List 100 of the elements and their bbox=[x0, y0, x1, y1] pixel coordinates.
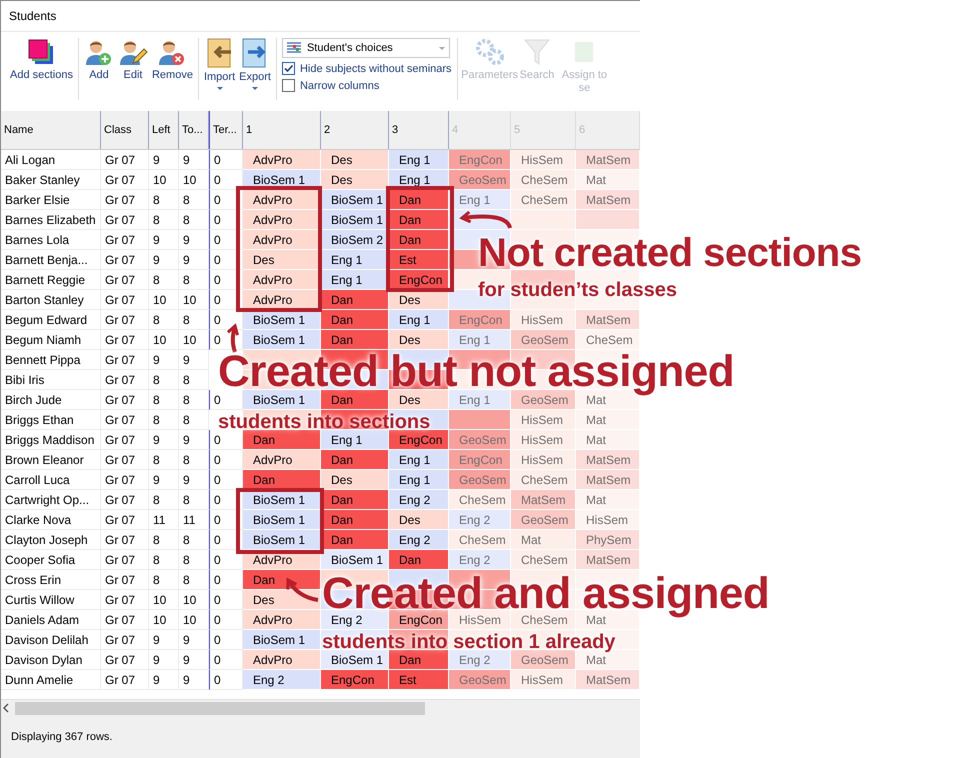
checkbox[interactable]: Hide subjects without seminars bbox=[282, 62, 452, 75]
column-header[interactable]: Left bbox=[149, 111, 179, 149]
table-cell: Bennett Pippa bbox=[1, 350, 101, 370]
subject-cell: Mat bbox=[576, 410, 640, 430]
table-cell: Curtis Willow bbox=[1, 590, 101, 610]
subject-cell: Des bbox=[321, 170, 389, 190]
table-cell: 0 bbox=[209, 650, 243, 670]
subject-cell: Des bbox=[389, 290, 449, 310]
subject-cell: Mat bbox=[511, 530, 576, 550]
subject-cell: HisSem bbox=[511, 430, 576, 450]
table-cell: 10 bbox=[149, 610, 179, 630]
table-cell: 8 bbox=[149, 310, 179, 330]
table-cell: Briggs Maddison bbox=[1, 430, 101, 450]
toolbar-button[interactable]: Import bbox=[202, 38, 238, 90]
table-cell: 9 bbox=[179, 470, 209, 490]
subject-cell: BioSem 1 bbox=[243, 390, 321, 410]
column-header[interactable]: Class bbox=[101, 111, 149, 149]
table-cell: Gr 07 bbox=[101, 590, 149, 610]
subject-cell: Dan bbox=[321, 330, 389, 350]
column-header[interactable]: Ter... bbox=[209, 111, 243, 149]
table-cell: 8 bbox=[149, 270, 179, 290]
subject-cell: Eng 1 bbox=[389, 310, 449, 330]
subject-cell: BioSem 1 bbox=[243, 530, 321, 550]
stacked-squares-icon bbox=[27, 38, 56, 66]
table-cell: 9 bbox=[149, 470, 179, 490]
gears-icon bbox=[474, 38, 505, 66]
subject-cell: Dan bbox=[389, 230, 449, 250]
subject-cell: Dan bbox=[389, 190, 449, 210]
table-cell: Gr 07 bbox=[101, 230, 149, 250]
horizontal-scrollbar[interactable] bbox=[1, 699, 640, 716]
column-header[interactable]: 1 bbox=[243, 111, 321, 149]
subject-cell: Eng 1 bbox=[449, 190, 511, 210]
subject-cell: HisSem bbox=[511, 310, 576, 330]
toolbar-button[interactable]: Add sections bbox=[8, 38, 75, 82]
subject-cell: HisSem bbox=[511, 450, 576, 470]
subject-cell: MatSem bbox=[576, 550, 640, 570]
table-cell: 8 bbox=[179, 310, 209, 330]
table-cell: Bibi Iris bbox=[1, 370, 101, 390]
subject-cell: Eng 1 bbox=[321, 270, 389, 290]
checkbox[interactable]: Narrow columns bbox=[282, 79, 452, 92]
subject-cell: HisSem bbox=[511, 410, 576, 430]
table-cell: 8 bbox=[179, 410, 209, 430]
subject-cell: Eng 2 bbox=[389, 530, 449, 550]
column-header[interactable]: 2 bbox=[321, 111, 389, 149]
table-cell: Baker Stanley bbox=[1, 170, 101, 190]
toolbar-button[interactable]: Edit bbox=[116, 38, 150, 82]
subject-cell: HisSem bbox=[576, 510, 640, 530]
table-cell: Cross Erin bbox=[1, 570, 101, 590]
subject-cell: Eng 1 bbox=[389, 450, 449, 470]
view-dropdown[interactable]: Student's choices bbox=[282, 38, 450, 58]
chevron-left-icon[interactable] bbox=[1, 703, 11, 713]
table-cell: 8 bbox=[149, 570, 179, 590]
column-header[interactable]: To... bbox=[179, 111, 209, 149]
subject-cell: EngCon bbox=[321, 670, 389, 690]
subject-cell: AdvPro bbox=[243, 210, 321, 230]
table-cell: 9 bbox=[179, 670, 209, 690]
subject-cell: Dan bbox=[243, 470, 321, 490]
table-cell: 9 bbox=[149, 670, 179, 690]
subject-cell: MatSem bbox=[576, 470, 640, 490]
table-cell: Gr 07 bbox=[101, 270, 149, 290]
subject-cell: Des bbox=[389, 510, 449, 530]
table-cell: 8 bbox=[179, 570, 209, 590]
table-cell: 8 bbox=[179, 390, 209, 410]
subject-cell: AdvPro bbox=[243, 650, 321, 670]
subject-cell: GeoSem bbox=[511, 510, 576, 530]
table-cell: Gr 07 bbox=[101, 310, 149, 330]
table-cell: 0 bbox=[209, 570, 243, 590]
table-cell: 9 bbox=[179, 230, 209, 250]
table-cell: Gr 07 bbox=[101, 530, 149, 550]
table-cell: Gr 07 bbox=[101, 630, 149, 650]
subject-cell: Dan bbox=[321, 510, 389, 530]
subject-cell: GeoSem bbox=[511, 330, 576, 350]
subject-cell: CheSem bbox=[511, 170, 576, 190]
subject-cell: Des bbox=[321, 470, 389, 490]
toolbar-button[interactable]: Add bbox=[82, 38, 116, 82]
column-header[interactable]: Name bbox=[1, 111, 101, 149]
toolbar-button[interactable]: Remove bbox=[150, 38, 195, 82]
table-cell: 8 bbox=[179, 490, 209, 510]
table-cell: Barnett Reggie bbox=[1, 270, 101, 290]
table-cell: Briggs Ethan bbox=[1, 410, 101, 430]
table-cell: 10 bbox=[179, 610, 209, 630]
subject-cell: MatSem bbox=[576, 190, 640, 210]
table-cell: 8 bbox=[179, 190, 209, 210]
table-cell: 0 bbox=[209, 390, 243, 410]
table-cell: 8 bbox=[179, 210, 209, 230]
subject-cell: Eng 1 bbox=[321, 250, 389, 270]
status-text: Displaying 367 rows. bbox=[11, 731, 112, 743]
table-cell: 0 bbox=[209, 550, 243, 570]
column-header[interactable]: 3 bbox=[389, 111, 449, 149]
subject-cell: BioSem 1 bbox=[243, 510, 321, 530]
table-cell: Gr 07 bbox=[101, 670, 149, 690]
subject-cell: GeoSem bbox=[511, 390, 576, 410]
subject-cell: Eng 2 bbox=[243, 670, 321, 690]
subject-cell: AdvPro bbox=[243, 230, 321, 250]
table-cell: Davison Delilah bbox=[1, 630, 101, 650]
subject-cell: Dan bbox=[389, 550, 449, 570]
subject-cell: HisSem bbox=[449, 610, 511, 630]
table-cell: 10 bbox=[179, 290, 209, 310]
toolbar-button[interactable]: Export bbox=[237, 38, 273, 90]
subject-cell: Dan bbox=[243, 570, 321, 590]
